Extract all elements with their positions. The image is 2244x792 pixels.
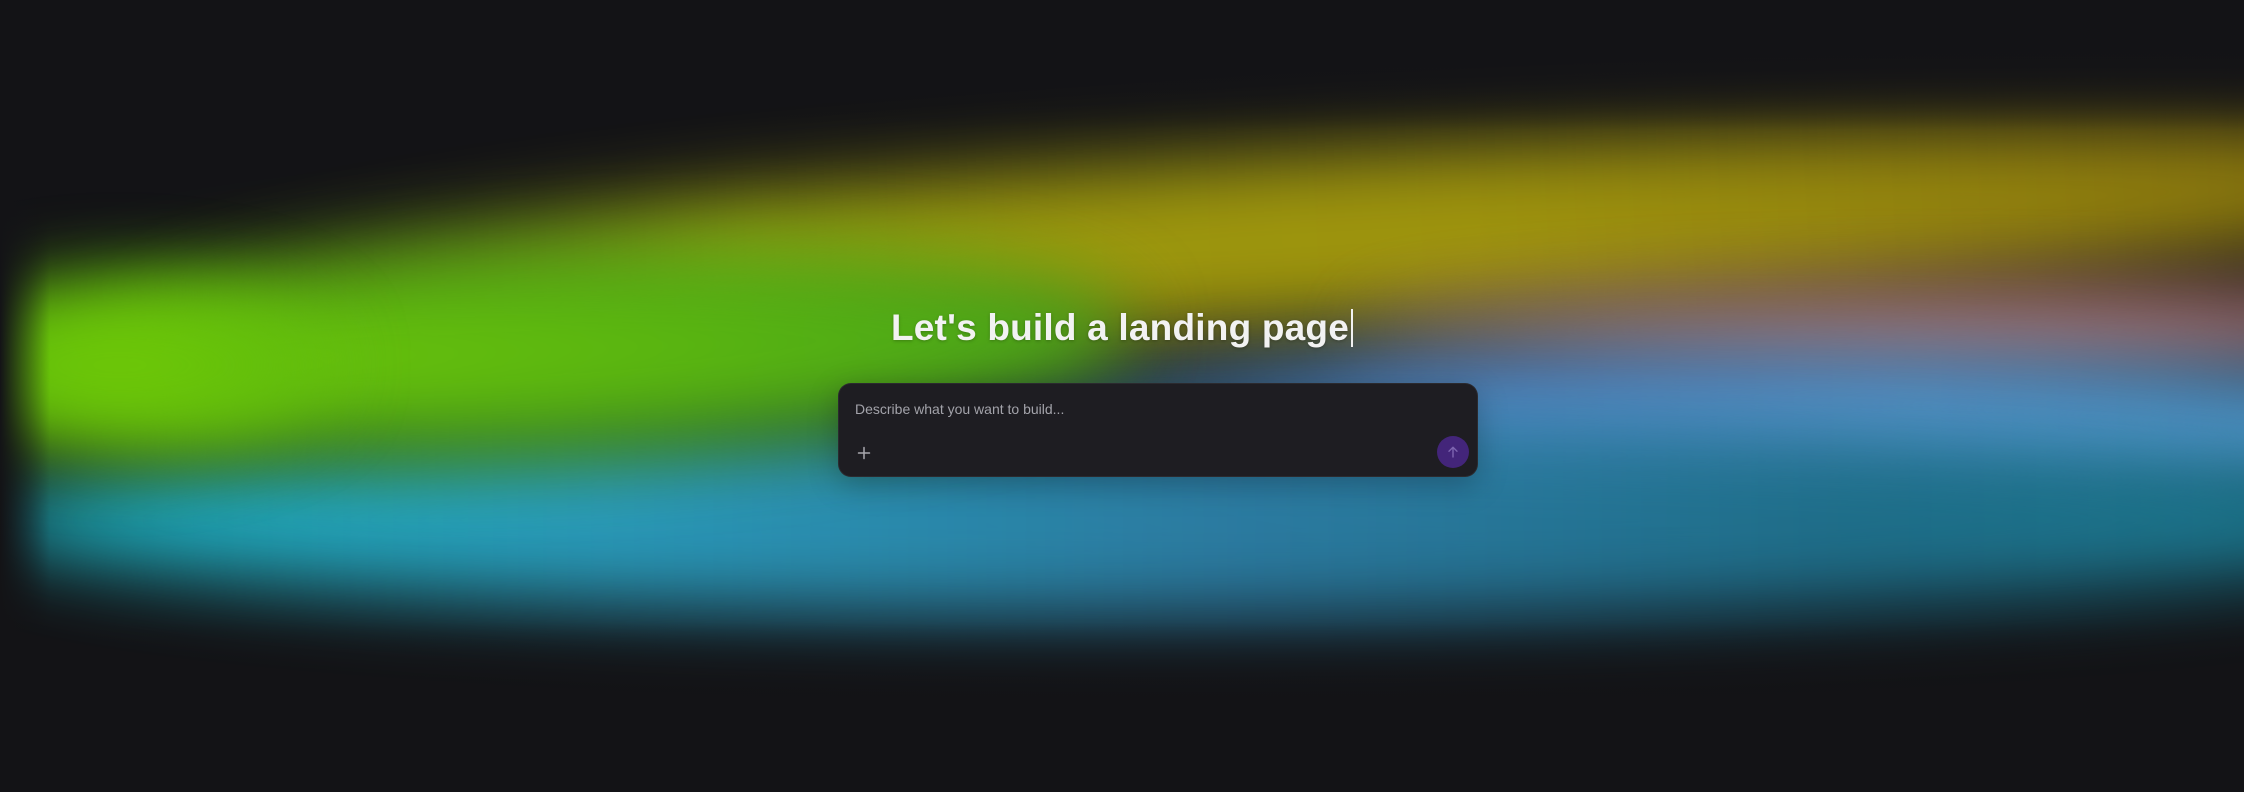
plus-icon [857,446,871,460]
attach-button[interactable] [853,442,875,464]
prompt-composer [838,383,1478,477]
bottom-vignette [0,622,2244,792]
left-vignette [0,0,50,792]
typing-cursor [1351,309,1354,347]
landing-stage: Let's build a landing page [0,0,2244,792]
prompt-input[interactable] [855,398,1455,420]
send-button[interactable] [1437,436,1469,468]
top-vignette [0,0,2244,130]
arrow-up-icon [1448,446,1458,458]
page-headline: Let's build a landing page [0,300,2244,356]
headline-text: Let's build a landing page [890,307,1350,348]
